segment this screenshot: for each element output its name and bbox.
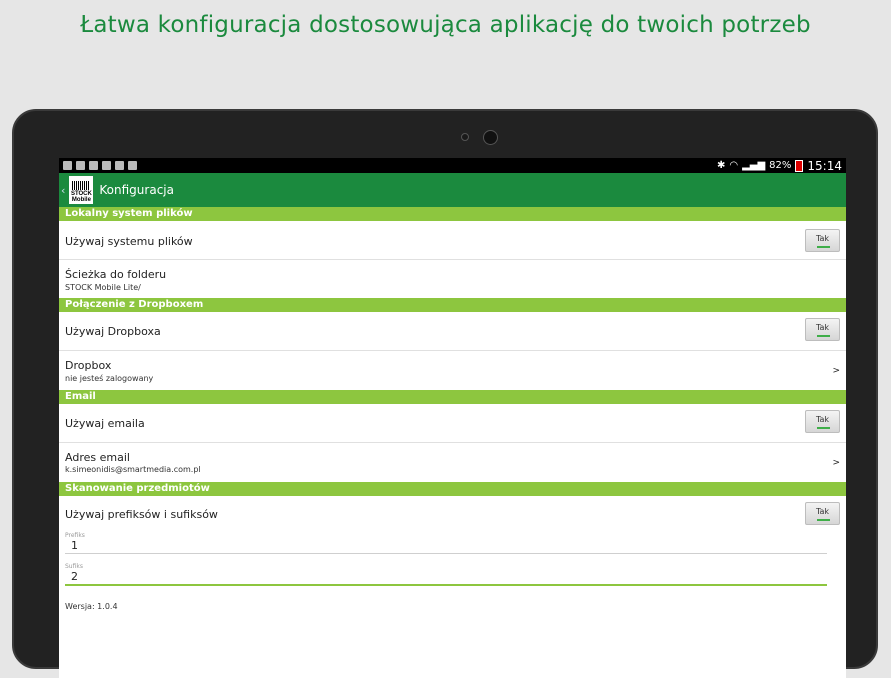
section-header-email: Email <box>59 390 846 404</box>
suffix-underline <box>65 584 827 586</box>
chevron-right-icon[interactable]: > <box>832 366 840 376</box>
sensor-icon <box>461 133 469 141</box>
prefix-underline <box>65 553 827 554</box>
section-header-dropbox: Połączenie z Dropboxem <box>59 298 846 312</box>
use-prefix-suffix-toggle[interactable]: Tak <box>805 502 840 525</box>
folder-path-label: Ścieżka do folderu <box>65 268 167 281</box>
tablet-frame: ✱ ◠ ▂▄▆ 82% 15:14 ‹ STOCK Mobile Konfigu… <box>12 109 878 678</box>
scan-settings: Używaj prefiksów i sufiksów Tak Prefiks … <box>59 496 846 591</box>
use-filesystem-label: Używaj systemu plików <box>65 235 193 248</box>
app-logo[interactable]: STOCK Mobile <box>69 176 94 204</box>
battery-percent: 82% <box>769 160 792 171</box>
section-header-scan: Skanowanie przedmiotów <box>59 482 846 496</box>
suffix-label: Sufiks <box>65 563 83 570</box>
use-dropbox-label: Używaj Dropboxa <box>65 325 161 338</box>
back-icon[interactable]: ‹ <box>61 184 65 197</box>
barcode-icon <box>72 181 91 190</box>
clock: 15:14 <box>807 158 842 173</box>
usb-icon <box>63 161 72 170</box>
use-filesystem-toggle[interactable]: Tak <box>805 229 840 252</box>
chevron-right-icon[interactable]: > <box>832 458 840 468</box>
image-icon <box>76 161 85 170</box>
folder-path-row[interactable]: Ścieżka do folderu STOCK Mobile Lite/ <box>59 260 846 298</box>
dropbox-account-label: Dropbox <box>65 359 112 372</box>
action-bar: ‹ STOCK Mobile Konfiguracja <box>59 173 846 207</box>
section-header-local: Lokalny system plików <box>59 207 846 221</box>
use-email-row[interactable]: Używaj emaila Tak <box>59 404 846 443</box>
email-address-value: k.simeonidis@smartmedia.com.pl <box>65 465 201 474</box>
use-filesystem-row[interactable]: Używaj systemu plików Tak <box>59 221 846 260</box>
email-address-label: Adres email <box>65 451 130 464</box>
wifi-icon: ◠ <box>729 160 739 171</box>
camera-icon <box>483 130 498 145</box>
suffix-input[interactable]: 2 <box>65 570 827 583</box>
use-prefix-suffix-label: Używaj prefiksów i sufiksów <box>65 508 218 521</box>
use-email-toggle[interactable]: Tak <box>805 410 840 433</box>
use-dropbox-row[interactable]: Używaj Dropboxa Tak <box>59 312 846 351</box>
download-icon <box>115 161 124 170</box>
email-address-row[interactable]: Adres email k.simeonidis@smartmedia.com.… <box>59 443 846 482</box>
use-email-label: Używaj emaila <box>65 417 145 430</box>
suffix-field[interactable]: Sufiks 2 <box>65 563 827 586</box>
bluetooth-icon: ✱ <box>716 160 726 171</box>
prefix-field[interactable]: Prefiks 1 <box>65 532 827 554</box>
signal-icon: ▂▄▆ <box>742 160 766 171</box>
notification-icons <box>63 161 137 170</box>
status-bar: ✱ ◠ ▂▄▆ 82% 15:14 <box>59 158 846 173</box>
system-icons: ✱ ◠ ▂▄▆ 82% 15:14 <box>717 159 842 173</box>
version-text: Wersja: 1.0.4 <box>65 602 118 611</box>
dropbox-account-value: nie jesteś zalogowany <box>65 374 154 383</box>
use-dropbox-toggle[interactable]: Tak <box>805 318 840 341</box>
photo-icon <box>128 161 137 170</box>
prefix-label: Prefiks <box>65 532 85 539</box>
prefix-input[interactable]: 1 <box>65 539 827 552</box>
battery-icon <box>795 159 804 172</box>
page-title: Konfiguracja <box>99 183 174 197</box>
cloud-icon <box>89 161 98 170</box>
folder-path-value: STOCK Mobile Lite/ <box>65 283 141 292</box>
app-screen: ✱ ◠ ▂▄▆ 82% 15:14 ‹ STOCK Mobile Konfigu… <box>59 158 846 678</box>
headline: Łatwa konfiguracja dostosowująca aplikac… <box>80 12 811 38</box>
dropbox-account-row[interactable]: Dropbox nie jesteś zalogowany > <box>59 351 846 390</box>
warning-icon <box>102 161 111 170</box>
